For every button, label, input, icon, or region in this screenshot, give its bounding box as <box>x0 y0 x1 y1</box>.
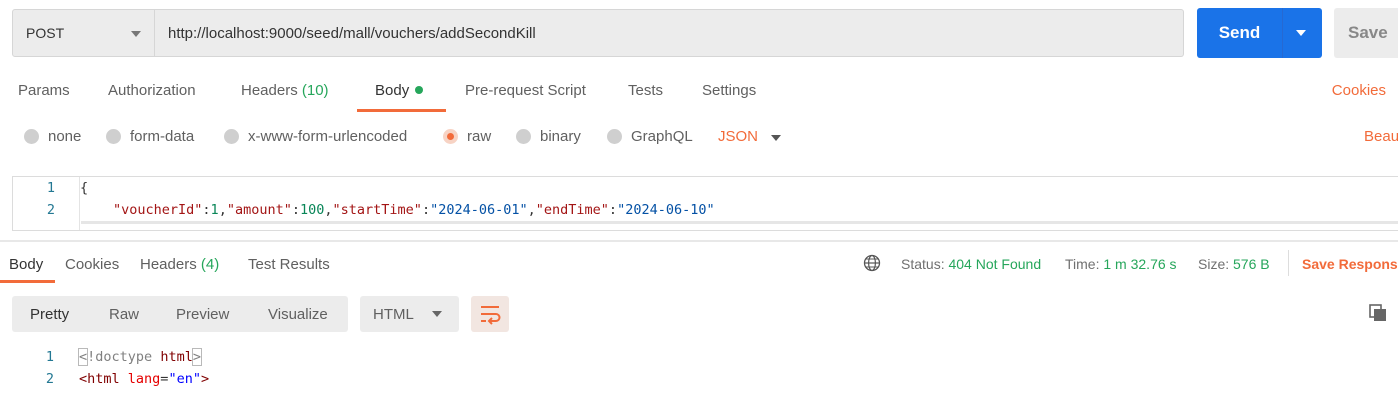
response-tab-headers[interactable]: Headers (4) <box>140 256 219 273</box>
tab-settings[interactable]: Settings <box>702 82 756 99</box>
radio-none[interactable]: none <box>24 128 81 145</box>
response-format-label: HTML <box>373 305 414 323</box>
horizontal-scrollbar[interactable] <box>81 221 1398 224</box>
send-divider <box>1282 8 1283 58</box>
radio-none-label: none <box>48 128 82 145</box>
radio-circle-icon <box>24 129 39 144</box>
radio-binary[interactable]: binary <box>516 128 581 145</box>
save-button[interactable]: Save <box>1334 8 1398 58</box>
url-input[interactable]: http://localhost:9000/seed/mall/vouchers… <box>155 9 1184 57</box>
radio-raw[interactable]: raw <box>443 128 491 145</box>
globe-icon[interactable] <box>863 254 881 272</box>
status-label: Status: <box>901 256 945 272</box>
chevron-down-icon[interactable] <box>771 135 781 141</box>
raw-format-select[interactable]: JSON <box>718 128 758 145</box>
response-headers-count: (4) <box>200 256 220 273</box>
save-response-button[interactable]: Save Respons <box>1302 256 1398 272</box>
wrap-lines-icon <box>481 306 501 325</box>
code-line-1: { <box>80 180 89 196</box>
size-label: Size: <box>1198 256 1230 272</box>
radio-form-data[interactable]: form-data <box>106 128 194 145</box>
chevron-down-icon <box>131 31 141 37</box>
radio-form-data-label: form-data <box>130 128 195 145</box>
line-number: 1 <box>45 349 54 365</box>
response-headers-label: Headers <box>140 256 197 273</box>
body-indicator-dot-icon <box>415 86 424 94</box>
response-tab-body[interactable]: Body <box>9 256 43 273</box>
view-mode-group: Pretty Raw Preview Visualize <box>12 296 348 332</box>
line-number: 2 <box>46 202 55 218</box>
send-dropdown-chevron-icon[interactable] <box>1296 30 1306 36</box>
response-tab-test-results[interactable]: Test Results <box>248 256 330 273</box>
line-number: 1 <box>46 180 55 196</box>
send-button[interactable]: Send <box>1197 8 1322 58</box>
time-value: 1 m 32.76 s <box>1103 256 1177 272</box>
send-label: Send <box>1218 23 1261 42</box>
view-preview[interactable]: Preview <box>176 296 229 332</box>
request-tabs: Params Authorization Headers (10) Body P… <box>0 72 1398 112</box>
time-readout[interactable]: Time: 1 m 32.76 s <box>1065 256 1177 272</box>
tab-headers[interactable]: Headers (10) <box>241 82 329 99</box>
chevron-down-icon <box>432 311 442 317</box>
size-value: 576 B <box>1233 256 1270 272</box>
status-value: 404 Not Found <box>948 256 1042 272</box>
view-visualize[interactable]: Visualize <box>268 296 328 332</box>
line-number: 2 <box>45 371 54 387</box>
wrap-lines-button[interactable] <box>471 296 509 332</box>
view-raw[interactable]: Raw <box>109 296 139 332</box>
tab-pre-request-script[interactable]: Pre-request Script <box>465 82 586 99</box>
response-format-select[interactable]: HTML <box>360 296 459 332</box>
radio-raw-label: raw <box>467 128 492 145</box>
radio-circle-icon <box>106 129 121 144</box>
tab-params[interactable]: Params <box>18 82 70 99</box>
time-label: Time: <box>1065 256 1100 272</box>
response-line-2: <html lang="en"> <box>79 371 210 387</box>
radio-urlencoded-label: x-www-form-urlencoded <box>248 128 408 145</box>
method-select[interactable]: POST <box>12 9 155 57</box>
beautify-link[interactable]: Beau <box>1364 128 1398 145</box>
radio-graphql[interactable]: GraphQL <box>607 128 693 145</box>
status-divider <box>1288 250 1289 276</box>
cookies-link[interactable]: Cookies <box>1332 82 1386 99</box>
response-line-1: <!doctype html> <box>77 348 202 366</box>
response-active-tab-underline <box>0 280 55 283</box>
body-type-radios: none form-data x-www-form-urlencoded raw… <box>0 124 1398 154</box>
code-line-2: "voucherId":1,"amount":100,"startTime":"… <box>113 202 715 218</box>
method-label: POST <box>26 25 65 41</box>
view-pretty[interactable]: Pretty <box>30 296 69 332</box>
radio-binary-label: binary <box>540 128 581 145</box>
tab-headers-label: Headers <box>241 82 298 99</box>
tab-body-label: Body <box>375 82 410 99</box>
radio-circle-icon <box>516 129 531 144</box>
copy-icon[interactable] <box>1368 303 1388 323</box>
request-body-editor[interactable]: 1 2 { "voucherId":1,"amount":100,"startT… <box>12 176 1398 231</box>
radio-graphql-label: GraphQL <box>631 128 693 145</box>
radio-x-www-form-urlencoded[interactable]: x-www-form-urlencoded <box>224 128 407 145</box>
radio-selected-icon <box>443 129 458 144</box>
response-tab-cookies[interactable]: Cookies <box>65 256 119 273</box>
radio-circle-icon <box>607 129 622 144</box>
status-readout[interactable]: Status: 404 Not Found <box>901 256 1041 272</box>
response-tabs: Body Cookies Headers (4) Test Results <box>0 244 1398 284</box>
tab-tests[interactable]: Tests <box>628 82 663 99</box>
tab-headers-count: (10) <box>301 82 329 99</box>
active-tab-underline <box>357 109 446 112</box>
tab-authorization[interactable]: Authorization <box>108 82 196 99</box>
tab-body[interactable]: Body <box>375 82 424 99</box>
size-readout[interactable]: Size: 576 B <box>1198 256 1270 272</box>
editor-resize-handle[interactable] <box>0 240 1398 242</box>
radio-circle-icon <box>224 129 239 144</box>
